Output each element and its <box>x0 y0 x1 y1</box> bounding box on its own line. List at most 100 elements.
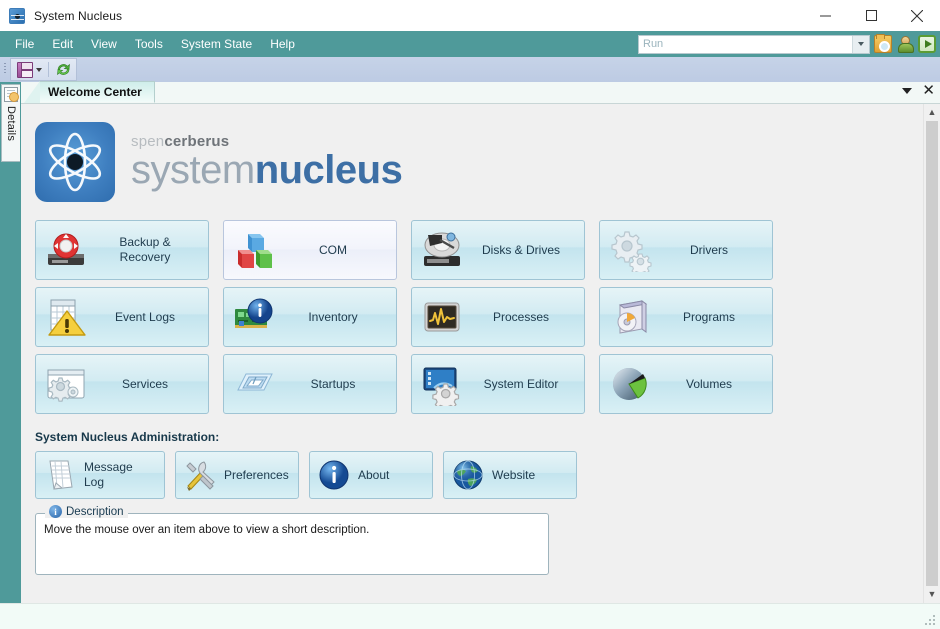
menu-help[interactable]: Help <box>261 33 304 55</box>
tile-backup-recovery[interactable]: Backup & Recovery <box>35 220 209 280</box>
button-message-log[interactable]: Message Log <box>35 451 165 499</box>
tile-label: Startups <box>310 376 356 391</box>
tile-inventory[interactable]: Inventory <box>223 287 397 347</box>
button-label: About <box>358 467 390 482</box>
button-label: Website <box>492 467 536 482</box>
toolbar-separator <box>48 62 49 77</box>
menu-edit[interactable]: Edit <box>43 33 82 55</box>
tile-drivers[interactable]: Drivers <box>599 220 773 280</box>
details-tab-label: Details <box>5 106 17 142</box>
tile-startups[interactable]: Startups <box>223 354 397 414</box>
details-document-icon <box>4 87 19 102</box>
tile-volumes[interactable]: Volumes <box>599 354 773 414</box>
tile-system-editor[interactable]: System Editor <box>411 354 585 414</box>
tile-label: Disks & Drives <box>481 242 560 257</box>
button-label: Message Log <box>84 460 133 489</box>
scroll-up-icon[interactable]: ▲ <box>924 104 940 121</box>
menu-tools[interactable]: Tools <box>126 33 172 55</box>
tile-label: Drivers <box>690 242 728 257</box>
toolbar <box>0 57 940 82</box>
window-controls <box>802 0 940 31</box>
tile-com[interactable]: COM <box>223 220 397 280</box>
com-icon <box>232 228 276 272</box>
tab-label: Welcome Center <box>48 85 142 99</box>
menu-system-state[interactable]: System State <box>172 33 261 55</box>
tile-label: Programs <box>682 309 735 324</box>
tile-programs[interactable]: Programs <box>599 287 773 347</box>
atom-icon <box>9 7 25 24</box>
services-icon <box>44 362 88 406</box>
resize-grip-icon[interactable] <box>925 614 937 626</box>
preferences-icon <box>182 457 218 493</box>
description-text: Move the mouse over an item above to vie… <box>44 524 370 536</box>
tile-processes[interactable]: Processes <box>411 287 585 347</box>
backup-recovery-icon <box>44 228 88 272</box>
system-editor-icon <box>420 362 464 406</box>
tab-close-icon[interactable]: ✕ <box>922 83 935 98</box>
left-dock: Details <box>0 82 21 603</box>
menu-bar: File Edit View Tools System State Help <box>0 31 940 57</box>
menu-view[interactable]: View <box>82 33 126 55</box>
website-icon <box>450 457 486 493</box>
save-dropdown-icon[interactable] <box>36 67 42 72</box>
brand-system: system <box>131 148 255 192</box>
tile-label: Backup & Recovery <box>119 235 171 264</box>
inventory-icon <box>232 295 276 339</box>
scroll-track[interactable] <box>924 121 940 586</box>
programs-icon <box>608 295 652 339</box>
content-wrapper: spencerberus systemnucleus Backup & Reco… <box>21 104 940 603</box>
about-icon <box>316 457 352 493</box>
event-logs-icon <box>44 295 88 339</box>
document-area: Welcome Center ✕ spencerberus systemnucl… <box>21 81 940 603</box>
button-preferences[interactable]: Preferences <box>175 451 299 499</box>
atom-logo-icon <box>35 122 115 202</box>
menu-right-area <box>638 31 936 57</box>
admin-button-row: Message Log Preferences About Website <box>35 451 923 499</box>
content-vertical-scrollbar[interactable]: ▲ ▼ <box>923 104 940 603</box>
description-legend: i Description <box>45 505 128 518</box>
brand-wordmark: spencerberus systemnucleus <box>131 134 403 192</box>
button-website[interactable]: Website <box>443 451 577 499</box>
chevron-down-icon[interactable] <box>852 35 869 53</box>
brand-line-1: spencerberus <box>131 134 402 149</box>
maximize-icon[interactable] <box>848 0 894 31</box>
info-icon: i <box>49 505 62 518</box>
tab-list-chevron-down-icon[interactable] <box>902 88 913 94</box>
drivers-icon <box>608 228 652 272</box>
tile-label: Services <box>121 376 168 391</box>
tile-services[interactable]: Services <box>35 354 209 414</box>
brand-nucleus: nucleus <box>254 148 403 192</box>
volumes-icon <box>608 362 652 406</box>
tile-disks-drives[interactable]: Disks & Drives <box>411 220 585 280</box>
window-title: System Nucleus <box>34 8 123 23</box>
tile-event-logs[interactable]: Event Logs <box>35 287 209 347</box>
brand-logo: spencerberus systemnucleus <box>35 118 923 206</box>
run-combobox[interactable] <box>638 34 870 54</box>
tile-label: System Editor <box>483 376 559 391</box>
close-icon[interactable] <box>894 0 940 31</box>
folder-search-icon[interactable] <box>874 34 892 53</box>
run-input[interactable] <box>639 35 847 53</box>
scroll-down-icon[interactable]: ▼ <box>924 586 940 603</box>
user-icon[interactable] <box>896 35 914 53</box>
tile-label: Inventory <box>308 309 358 324</box>
toolbar-grip-icon[interactable] <box>4 63 6 75</box>
scroll-thumb[interactable] <box>926 121 938 586</box>
tab-welcome-center[interactable]: Welcome Center <box>24 81 155 103</box>
processes-icon <box>420 295 464 339</box>
description-legend-label: Description <box>66 505 124 518</box>
details-panel-tab[interactable]: Details <box>1 84 20 162</box>
tile-label: COM <box>319 242 347 257</box>
tile-label: Processes <box>492 309 550 324</box>
refresh-icon[interactable] <box>55 61 72 78</box>
tile-label: Event Logs <box>114 309 176 324</box>
save-icon[interactable] <box>17 61 33 78</box>
admin-section-title: System Nucleus Administration: <box>35 430 220 444</box>
title-bar: System Nucleus <box>0 0 940 31</box>
menu-file[interactable]: File <box>6 33 43 55</box>
minimize-icon[interactable] <box>802 0 848 31</box>
run-play-icon[interactable] <box>918 35 936 53</box>
tab-strip-controls: ✕ <box>902 83 935 98</box>
button-about[interactable]: About <box>309 451 433 499</box>
button-label: Preferences <box>224 467 289 482</box>
